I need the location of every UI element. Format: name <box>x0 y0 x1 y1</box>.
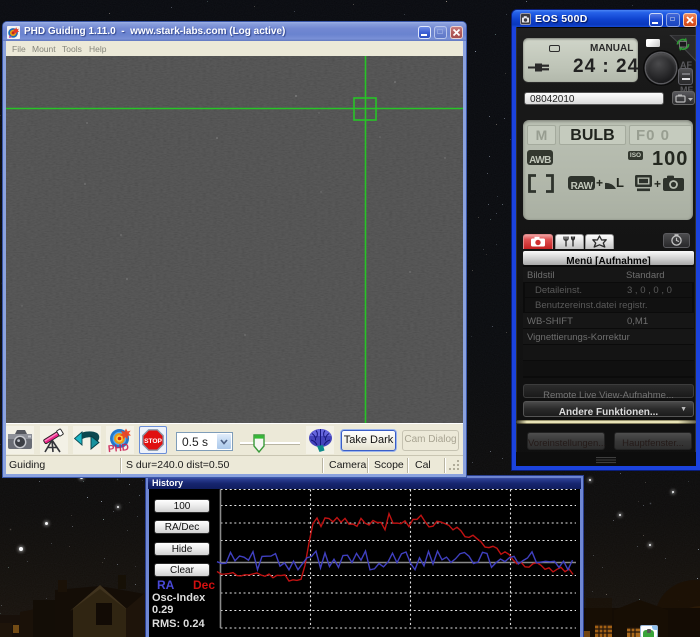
svg-text:PHD: PHD <box>107 442 129 454</box>
svg-text:+: + <box>654 177 661 191</box>
svg-text:STOP: STOP <box>144 438 162 445</box>
